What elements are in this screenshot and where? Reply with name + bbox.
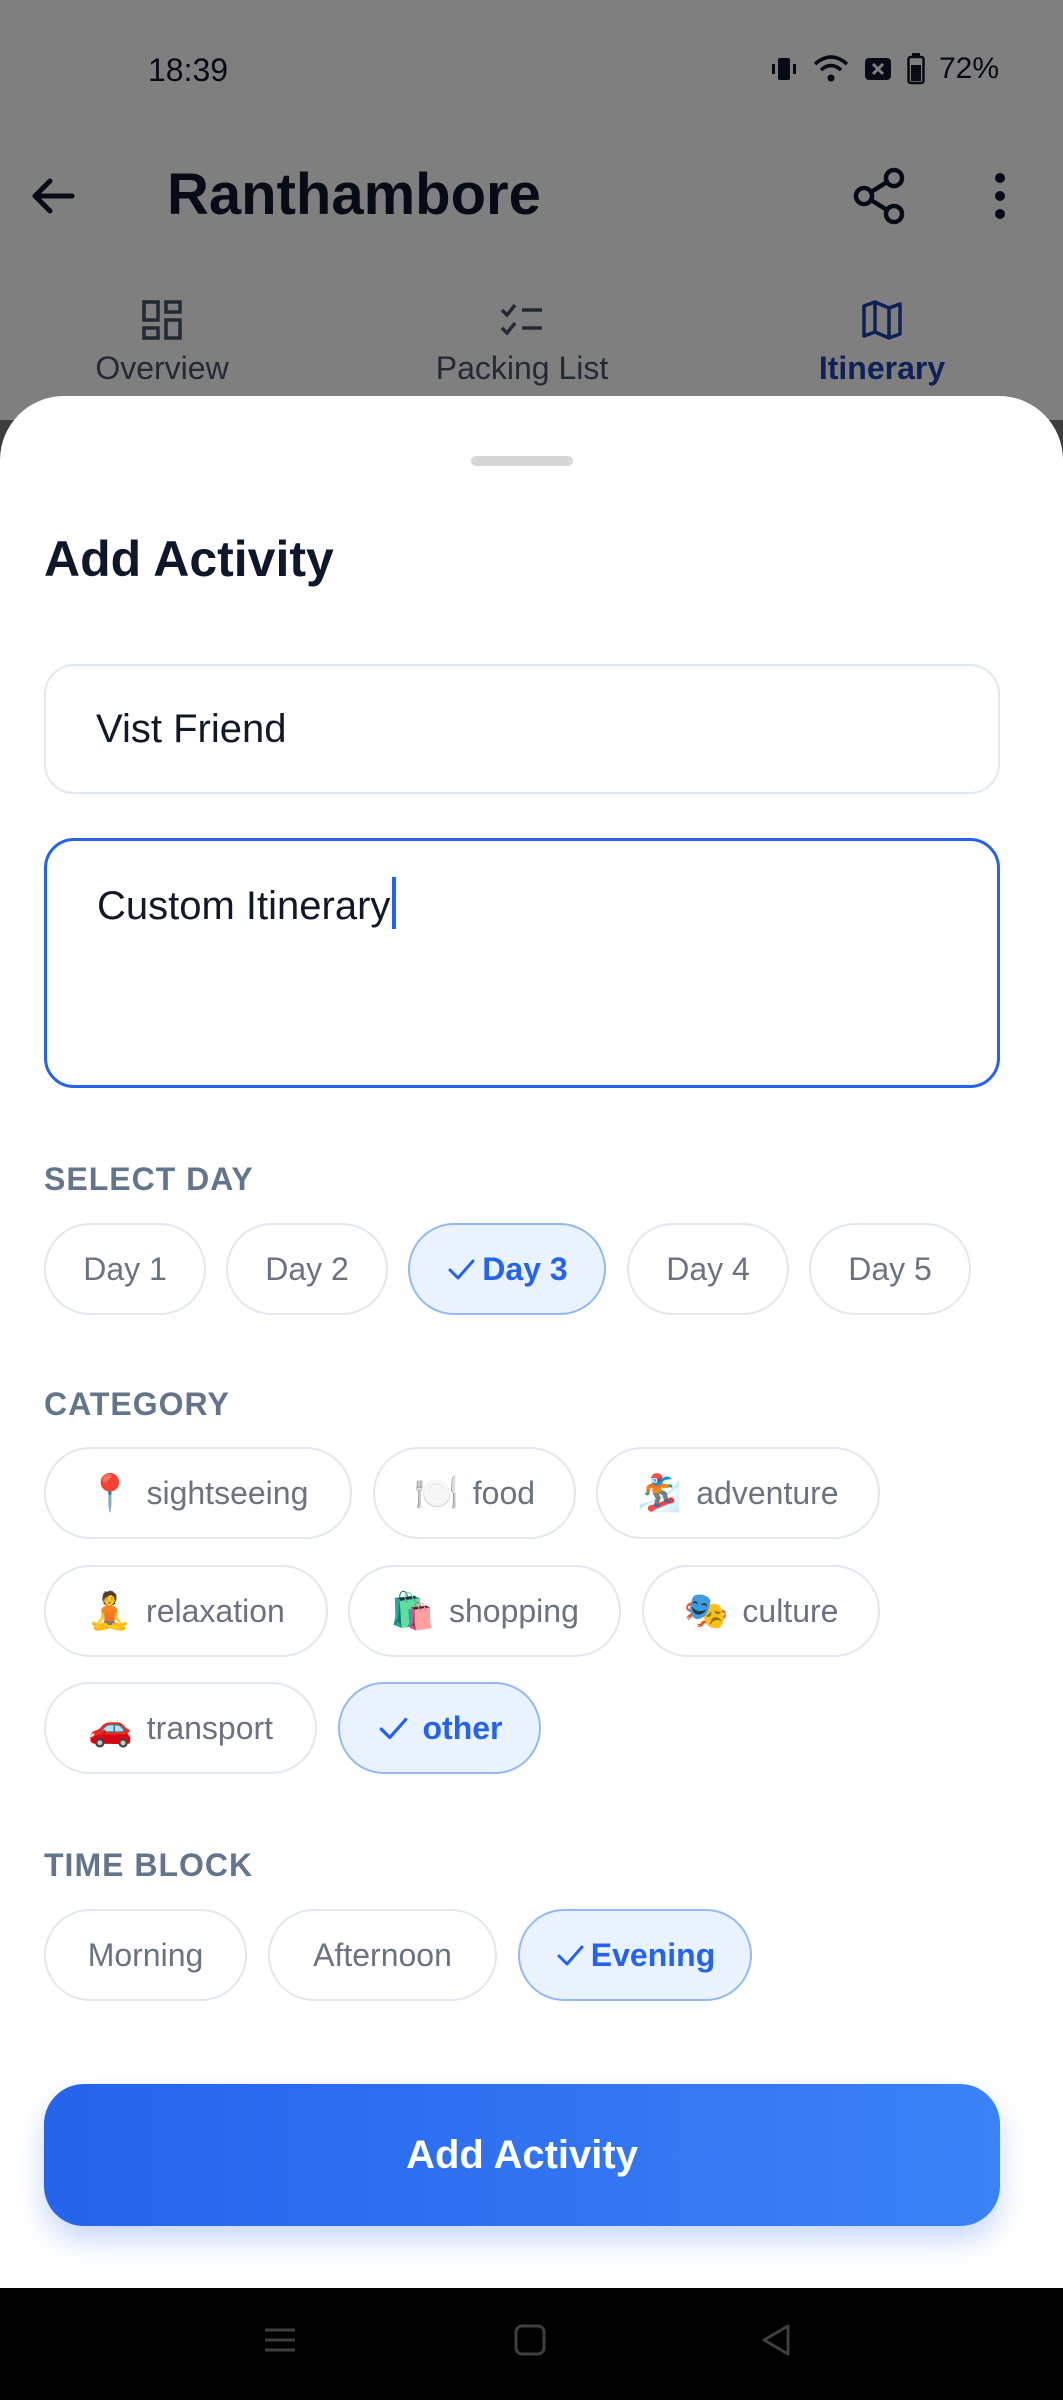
system-nav-bar bbox=[0, 2288, 1063, 2400]
time-chip-afternoon[interactable]: Afternoon bbox=[268, 1909, 497, 2001]
chip-label: food bbox=[472, 1474, 536, 1511]
plate-icon: 🍽️ bbox=[413, 1472, 459, 1513]
car-icon: 🚗 bbox=[87, 1707, 133, 1748]
chip-label: culture bbox=[742, 1592, 839, 1629]
activity-title-value: Vist Friend bbox=[96, 707, 287, 751]
chip-label: other bbox=[422, 1709, 503, 1746]
category-chip-shopping[interactable]: 🛍️ shopping bbox=[348, 1565, 621, 1657]
back-nav-button[interactable] bbox=[758, 2318, 794, 2367]
activity-description-value: Custom Itinerary bbox=[97, 884, 391, 928]
chip-label: Day 1 bbox=[83, 1250, 167, 1287]
shopping-bags-icon: 🛍️ bbox=[390, 1590, 435, 1631]
text-caret bbox=[392, 877, 397, 929]
time-chip-morning[interactable]: Morning bbox=[44, 1909, 247, 2001]
add-activity-sheet: Add Activity Vist Friend Custom Itinerar… bbox=[0, 396, 1063, 2288]
chip-label: Afternoon bbox=[313, 1936, 452, 1973]
day-chip-5[interactable]: Day 5 bbox=[809, 1223, 971, 1315]
chip-label: Day 2 bbox=[265, 1250, 349, 1287]
chip-label: adventure bbox=[696, 1474, 839, 1511]
category-chip-food[interactable]: 🍽️ food bbox=[373, 1447, 576, 1539]
time-block-label: TIME BLOCK bbox=[44, 1847, 254, 1883]
check-icon bbox=[448, 1259, 475, 1280]
day-chip-4[interactable]: Day 4 bbox=[627, 1223, 789, 1315]
day-chip-2[interactable]: Day 2 bbox=[226, 1223, 388, 1315]
chip-label: Morning bbox=[87, 1936, 204, 1973]
category-chip-culture[interactable]: 🎭 culture bbox=[642, 1565, 880, 1657]
select-day-label: SELECT DAY bbox=[44, 1161, 254, 1197]
day-chip-1[interactable]: Day 1 bbox=[44, 1223, 206, 1315]
chip-label: Day 3 bbox=[482, 1250, 568, 1287]
meditation-icon: 🧘 bbox=[87, 1590, 133, 1631]
check-icon bbox=[379, 1717, 407, 1740]
chip-label: shopping bbox=[448, 1592, 579, 1629]
chip-label: transport bbox=[146, 1709, 274, 1746]
chip-label: Day 5 bbox=[848, 1250, 932, 1287]
category-chip-adventure[interactable]: 🏂 adventure bbox=[596, 1447, 880, 1539]
category-chip-relaxation[interactable]: 🧘 relaxation bbox=[44, 1565, 328, 1657]
category-chip-other[interactable]: other bbox=[338, 1682, 541, 1774]
recent-apps-button[interactable] bbox=[262, 2318, 298, 2367]
category-chip-transport[interactable]: 🚗 transport bbox=[44, 1682, 317, 1774]
screen: 18:39 72% Ranthambore bbox=[0, 0, 1063, 2400]
category-label: CATEGORY bbox=[44, 1386, 230, 1422]
activity-title-input[interactable]: Vist Friend bbox=[44, 664, 1000, 794]
check-icon bbox=[557, 1945, 584, 1966]
snowboarder-icon: 🏂 bbox=[637, 1472, 683, 1513]
back-triangle-icon bbox=[762, 2324, 790, 2356]
home-square-icon bbox=[514, 2324, 546, 2356]
menu-icon bbox=[265, 2328, 295, 2352]
day-chip-3[interactable]: Day 3 bbox=[408, 1223, 606, 1315]
home-button[interactable] bbox=[512, 2318, 548, 2367]
chip-label: sightseeing bbox=[146, 1474, 309, 1511]
add-activity-button[interactable]: Add Activity bbox=[44, 2084, 1000, 2226]
theater-masks-icon: 🎭 bbox=[683, 1590, 729, 1631]
drag-handle[interactable] bbox=[471, 456, 573, 466]
sheet-title: Add Activity bbox=[44, 531, 334, 587]
chip-label: Day 4 bbox=[666, 1250, 750, 1287]
pin-icon: 📍 bbox=[87, 1472, 133, 1513]
chip-label: Evening bbox=[590, 1936, 716, 1973]
chip-label: relaxation bbox=[146, 1592, 285, 1629]
category-chip-sightseeing[interactable]: 📍 sightseeing bbox=[44, 1447, 352, 1539]
activity-description-input[interactable]: Custom Itinerary bbox=[44, 838, 1000, 1088]
time-chip-evening[interactable]: Evening bbox=[518, 1909, 752, 2001]
